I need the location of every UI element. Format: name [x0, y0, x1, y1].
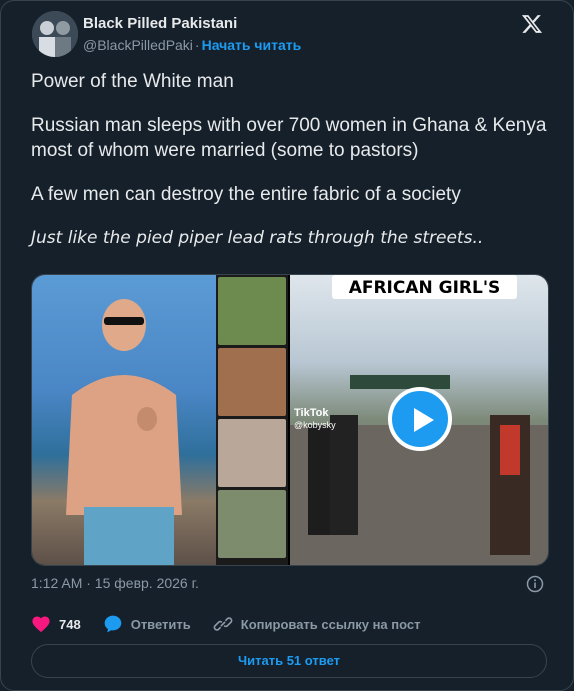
media-thumbnail-strip	[216, 275, 288, 565]
tiktok-user: @kobysky	[294, 420, 336, 430]
action-bar: 748 Ответить Копировать ссылку на пост	[31, 613, 442, 635]
tweet-paragraph: Russian man sleeps with over 700 women i…	[31, 115, 547, 161]
separator-dot: ·	[194, 37, 200, 53]
reply-label: Ответить	[130, 616, 191, 632]
handle-row: @BlackPilledPaki · Начать читать	[83, 37, 301, 53]
play-icon	[414, 408, 434, 432]
author-handle[interactable]: @BlackPilledPaki	[83, 37, 193, 53]
tweet-paragraph: Power of the White man	[31, 71, 234, 92]
tweet-card: Black Pilled Pakistani @BlackPilledPaki ·…	[0, 0, 574, 691]
tweet-italic-line: Just like the pied piper lead rats throu…	[31, 228, 484, 248]
media-photo-man	[32, 275, 216, 565]
reply-button[interactable]: Ответить	[103, 614, 191, 634]
copy-link-label: Копировать ссылку на пост	[240, 616, 421, 632]
info-icon[interactable]	[526, 575, 544, 596]
meta-row: 1:12 AM · 15 февр. 2026 г.	[31, 575, 547, 593]
tiktok-label: TikTok	[294, 407, 329, 419]
tweet-text: Power of the White man Russian man sleep…	[31, 69, 551, 270]
like-count: 748	[59, 616, 81, 632]
copy-link-button[interactable]: Копировать ссылку на пост	[213, 614, 421, 634]
link-icon	[213, 617, 233, 631]
timestamp[interactable]: 1:12 AM · 15 февр. 2026 г.	[31, 575, 199, 591]
read-replies-button[interactable]: Читать 51 ответ	[31, 644, 547, 678]
tiktok-watermark: TikTok @kobysky	[294, 407, 336, 431]
follow-button[interactable]: Начать читать	[202, 37, 302, 53]
x-logo-icon[interactable]	[521, 13, 543, 35]
like-button[interactable]: 748	[31, 615, 81, 633]
author-name[interactable]: Black Pilled Pakistani	[83, 15, 237, 32]
play-button[interactable]	[388, 387, 452, 451]
tweet-paragraph: A few men can destroy the entire fabric …	[31, 184, 461, 205]
heart-icon	[32, 616, 50, 633]
avatar[interactable]	[32, 11, 78, 57]
media-attachment[interactable]: AFRICAN GIRL'S TikTok @kobysky	[31, 274, 549, 566]
reply-icon	[104, 615, 122, 633]
